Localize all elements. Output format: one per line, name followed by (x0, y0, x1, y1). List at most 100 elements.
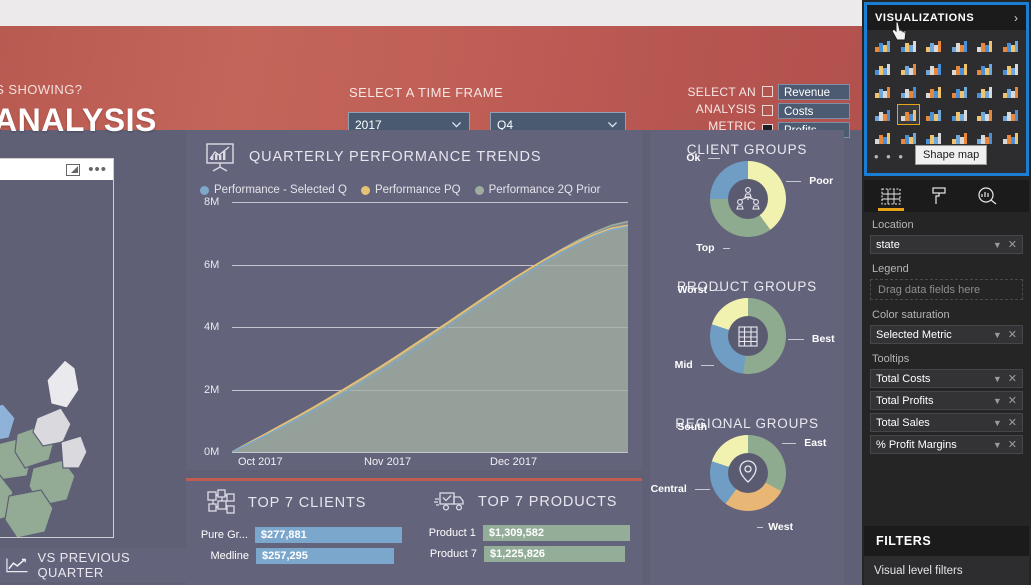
funnel-icon[interactable] (922, 104, 946, 125)
chevron-down-icon[interactable]: ▼ (993, 440, 1008, 450)
legend-item[interactable]: Performance - Selected Q (200, 184, 347, 196)
field-pill[interactable]: Total Profits ▼ ✕ (870, 391, 1023, 410)
y-tick-label: 4M (204, 321, 220, 333)
field-pill[interactable]: Selected Metric ▼ ✕ (870, 325, 1023, 344)
vs-previous-quarter-visual[interactable]: VS PREVIOUS QUARTER (0, 548, 190, 582)
remove-field-icon[interactable]: ✕ (1008, 416, 1017, 429)
chevron-down-icon[interactable]: ▼ (993, 374, 1008, 384)
map-icon[interactable] (999, 81, 1023, 102)
visual-header-bar: ••• (0, 159, 113, 180)
waterfall-chart-icon[interactable] (871, 81, 895, 102)
shape-map-visual[interactable]: ••• (0, 158, 114, 538)
shape-map-icon[interactable] (896, 104, 920, 125)
gridline (232, 452, 628, 453)
area-chart-icon[interactable] (897, 58, 921, 79)
field-pane-tabs[interactable] (864, 180, 1029, 212)
map-body[interactable] (0, 180, 113, 537)
row-value-bar: $1,309,582 (482, 525, 630, 541)
remove-field-icon[interactable]: ✕ (1008, 372, 1017, 385)
remove-field-icon[interactable]: ✕ (1008, 328, 1017, 341)
chevron-down-icon[interactable]: ▼ (993, 396, 1008, 406)
visualizations-title: VISUALIZATIONS (875, 11, 975, 24)
remove-field-icon[interactable]: ✕ (1008, 438, 1017, 451)
group-donut-2[interactable]: REGIONAL GROUPS East West Central South (650, 404, 844, 541)
focus-mode-icon[interactable] (66, 163, 81, 176)
donut-leader-line (722, 247, 730, 249)
format-tab[interactable] (926, 184, 952, 208)
donut-wrapper: Poor Top Ok (650, 152, 844, 267)
row-label: Product 7 (429, 548, 477, 560)
clustered-bar-chart-icon[interactable] (922, 35, 946, 56)
pie-chart-icon[interactable] (922, 81, 946, 102)
right-pane: VISUALIZATIONS › • • • Shape map Locatio… (862, 0, 1031, 585)
100-stacked-column-chart-icon[interactable] (999, 35, 1023, 56)
line-chart-icon[interactable] (871, 58, 895, 79)
metric-checkbox-costs[interactable] (762, 105, 773, 116)
row-value-bar: $257,295 (256, 548, 394, 564)
field-section-label: Legend (872, 263, 909, 275)
visual-level-filters-row[interactable]: Visual level filters (864, 556, 1029, 585)
timeframe-label: SELECT A TIME FRAME (349, 85, 504, 100)
field-pill-label: state (876, 238, 900, 251)
treemap-icon[interactable] (973, 81, 997, 102)
metric-option-revenue[interactable]: Revenue (762, 83, 850, 100)
arcgis-map-icon[interactable] (999, 127, 1023, 148)
chart-legend[interactable]: Performance - Selected Q Performance PQ Pe… (186, 172, 642, 196)
ribbon-chart-icon[interactable] (999, 58, 1023, 79)
field-pill[interactable]: % Profit Margins ▼ ✕ (870, 435, 1023, 454)
multi-row-card-icon[interactable] (999, 104, 1023, 125)
group-donut-1[interactable]: PRODUCT GROUPS Best Mid Worst (650, 267, 844, 404)
metric-option-label: Costs (778, 102, 850, 119)
analytics-tab[interactable] (974, 184, 1000, 208)
chevron-down-icon[interactable]: ▼ (993, 330, 1008, 340)
clustered-column-chart-icon[interactable] (948, 35, 972, 56)
table-row[interactable]: Medline $257,295 (194, 548, 402, 564)
trends-card-header: QUARTERLY PERFORMANCE TRENDS (186, 130, 642, 172)
groups-visual[interactable]: CLIENT GROUPS Poor Top Ok PRODUCT GROUPS Best… (650, 130, 844, 585)
stacked-area-chart-icon[interactable] (922, 58, 946, 79)
metric-checkbox-revenue[interactable] (762, 86, 773, 97)
card-icon[interactable] (973, 104, 997, 125)
line-stacked-column-chart-icon[interactable] (948, 58, 972, 79)
kpi-icon[interactable] (871, 127, 895, 148)
legend-item[interactable]: Performance PQ (360, 184, 461, 196)
remove-field-icon[interactable]: ✕ (1008, 394, 1017, 407)
chevron-right-icon[interactable]: › (1014, 11, 1018, 25)
row-value-bar: $1,225,826 (484, 546, 625, 562)
donut-chart-icon[interactable] (948, 81, 972, 102)
mouse-cursor-hand-icon (891, 21, 907, 41)
field-section-label: Tooltips (872, 353, 910, 365)
donut-leader-line (694, 489, 710, 491)
legend-item[interactable]: Performance 2Q Prior (474, 184, 600, 196)
chevron-down-icon[interactable]: ▼ (993, 418, 1008, 428)
filters-title: FILTERS (876, 534, 932, 548)
field-pill[interactable]: state ▼ ✕ (870, 235, 1023, 254)
fields-tab[interactable] (878, 184, 904, 211)
field-dropzone[interactable]: Drag data fields here (870, 279, 1023, 300)
table-row[interactable]: Product 1 $1,309,582 (422, 525, 630, 541)
donut-slice-label: South (677, 420, 708, 433)
group-donut-0[interactable]: CLIENT GROUPS Poor Top Ok (650, 130, 844, 267)
map-pin-icon (710, 435, 786, 511)
donut-slice-label: Ok (686, 152, 701, 165)
table-row[interactable]: Product 7 $1,225,826 (422, 546, 630, 562)
top7-products-title: TOP 7 PRODUCTS (478, 494, 618, 510)
field-pill[interactable]: Total Sales ▼ ✕ (870, 413, 1023, 432)
gauge-icon[interactable] (948, 104, 972, 125)
top7-visual[interactable]: TOP 7 CLIENTS Pure Gr... $277,881 Medline $… (186, 478, 642, 585)
visualization-type-grid[interactable] (867, 30, 1026, 148)
chevron-down-icon[interactable]: ▼ (993, 240, 1008, 250)
table-row[interactable]: Pure Gr... $277,881 (194, 527, 402, 543)
metric-option-costs[interactable]: Costs (762, 102, 850, 119)
field-pill[interactable]: Total Costs ▼ ✕ (870, 369, 1023, 388)
scatter-chart-icon[interactable] (897, 81, 921, 102)
more-options-icon[interactable]: ••• (88, 162, 107, 177)
100-stacked-bar-chart-icon[interactable] (973, 35, 997, 56)
line-clustered-column-chart-icon[interactable] (973, 58, 997, 79)
filled-map-icon[interactable] (871, 104, 895, 125)
quarterly-performance-trends-visual[interactable]: QUARTERLY PERFORMANCE TRENDS Performance… (186, 130, 642, 470)
field-wells[interactable]: Location state ▼ ✕ Legend Drag data fields he… (864, 213, 1029, 457)
x-tick-label: Nov 2017 (364, 456, 412, 468)
remove-field-icon[interactable]: ✕ (1008, 238, 1017, 251)
top7-clients-title: TOP 7 CLIENTS (248, 495, 367, 511)
